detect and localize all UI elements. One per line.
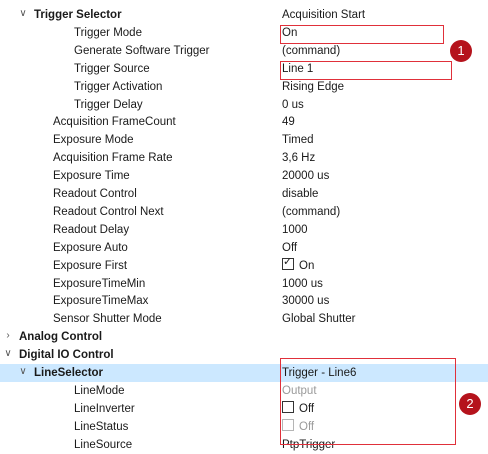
feature-value[interactable]: Acquisition Start — [282, 7, 365, 23]
feature-name: Readout Delay — [53, 223, 130, 236]
feature-value[interactable]: Timed — [282, 132, 314, 148]
feature-value[interactable]: (command) — [282, 43, 340, 59]
tree-row[interactable]: Acquisition FrameCount 49 — [0, 113, 488, 131]
feature-name: ExposureTimeMin — [53, 277, 146, 290]
tree-row[interactable]: Acquisition Frame Rate 3,6 Hz — [0, 149, 488, 167]
feature-name: Digital IO Control — [19, 349, 114, 362]
tree-row[interactable]: ExposureTimeMin 1000 us — [0, 275, 488, 293]
feature-value[interactable]: 49 — [282, 114, 295, 130]
annotation-badge-2: 2 — [459, 393, 481, 415]
feature-name: Exposure Auto — [53, 241, 128, 254]
annotation-box-trigger-source — [280, 61, 452, 80]
feature-value[interactable]: disable — [282, 186, 318, 202]
feature-value[interactable]: (command) — [282, 204, 340, 220]
feature-name: Sensor Shutter Mode — [53, 313, 162, 326]
feature-name: Trigger Activation — [74, 80, 163, 93]
tree-row[interactable]: Generate Software Trigger (command) — [0, 42, 488, 60]
feature-name: Trigger Mode — [74, 26, 142, 39]
feature-value[interactable]: 20000 us — [282, 168, 329, 184]
feature-name: Trigger Selector — [34, 9, 122, 21]
feature-value[interactable]: 1000 us — [282, 276, 323, 292]
chevron-down-icon[interactable]: ∨ — [18, 366, 28, 378]
feature-value[interactable]: Rising Edge — [282, 79, 344, 95]
feature-value[interactable]: Global Shutter — [282, 311, 356, 327]
feature-name: Readout Control Next — [53, 205, 164, 218]
feature-name: Trigger Source — [74, 62, 150, 75]
feature-value[interactable]: 1000 — [282, 222, 308, 238]
feature-value[interactable]: 30000 us — [282, 293, 329, 309]
feature-name: Acquisition FrameCount — [53, 116, 176, 129]
tree-row[interactable]: ExposureTimeMax 30000 us — [0, 292, 488, 310]
feature-name: Trigger Delay — [74, 98, 143, 111]
tree-row[interactable]: Sensor Shutter Mode Global Shutter — [0, 310, 488, 328]
tree-row[interactable]: Readout Delay 1000 — [0, 221, 488, 239]
checkbox[interactable]: ✓ — [282, 255, 294, 270]
feature-name: Generate Software Trigger — [74, 44, 210, 57]
tree-row[interactable]: Exposure First ✓ On — [0, 255, 488, 275]
tree-row[interactable]: Trigger Activation Rising Edge — [0, 78, 488, 96]
tree-row[interactable]: Exposure Time 20000 us — [0, 167, 488, 185]
feature-name: LineMode — [74, 384, 125, 397]
tree-row[interactable]: Readout Control disable — [0, 185, 488, 203]
tree-row[interactable]: Readout Control Next (command) — [0, 203, 488, 221]
annotation-box-line-selector — [280, 358, 456, 445]
feature-name: ExposureTimeMax — [53, 295, 149, 308]
annotation-badge-1: 1 — [450, 40, 472, 62]
feature-name: Exposure Mode — [53, 134, 134, 147]
feature-name: LineInverter — [74, 402, 135, 415]
tree-row[interactable]: Exposure Auto Off — [0, 239, 488, 257]
chevron-down-icon[interactable]: ∨ — [3, 348, 13, 360]
feature-name: LineStatus — [74, 420, 129, 433]
chevron-right-icon[interactable]: › — [3, 330, 13, 342]
feature-name: Exposure First — [53, 259, 128, 272]
chevron-down-icon[interactable]: ∨ — [18, 8, 28, 20]
checkbox-label: On — [299, 259, 315, 272]
feature-value[interactable]: Off — [282, 240, 297, 256]
check-icon: ✓ — [283, 255, 293, 268]
tree-row[interactable]: Exposure Mode Timed — [0, 131, 488, 149]
feature-value[interactable]: ✓ On — [282, 255, 315, 274]
tree-row[interactable]: › Analog Control — [0, 328, 488, 346]
feature-name: LineSelector — [34, 367, 104, 379]
feature-value[interactable]: 3,6 Hz — [282, 150, 315, 166]
feature-name: Analog Control — [19, 331, 103, 344]
feature-name: Readout Control — [53, 188, 137, 200]
tree-row[interactable]: Trigger Delay 0 us — [0, 96, 488, 114]
tree-row[interactable]: ∨ Trigger Selector Acquisition Start — [0, 6, 488, 24]
feature-value[interactable]: 0 us — [282, 97, 304, 113]
annotation-box-trigger-mode — [280, 25, 444, 44]
feature-name: Acquisition Frame Rate — [53, 152, 173, 165]
feature-name: Exposure Time — [53, 170, 130, 183]
